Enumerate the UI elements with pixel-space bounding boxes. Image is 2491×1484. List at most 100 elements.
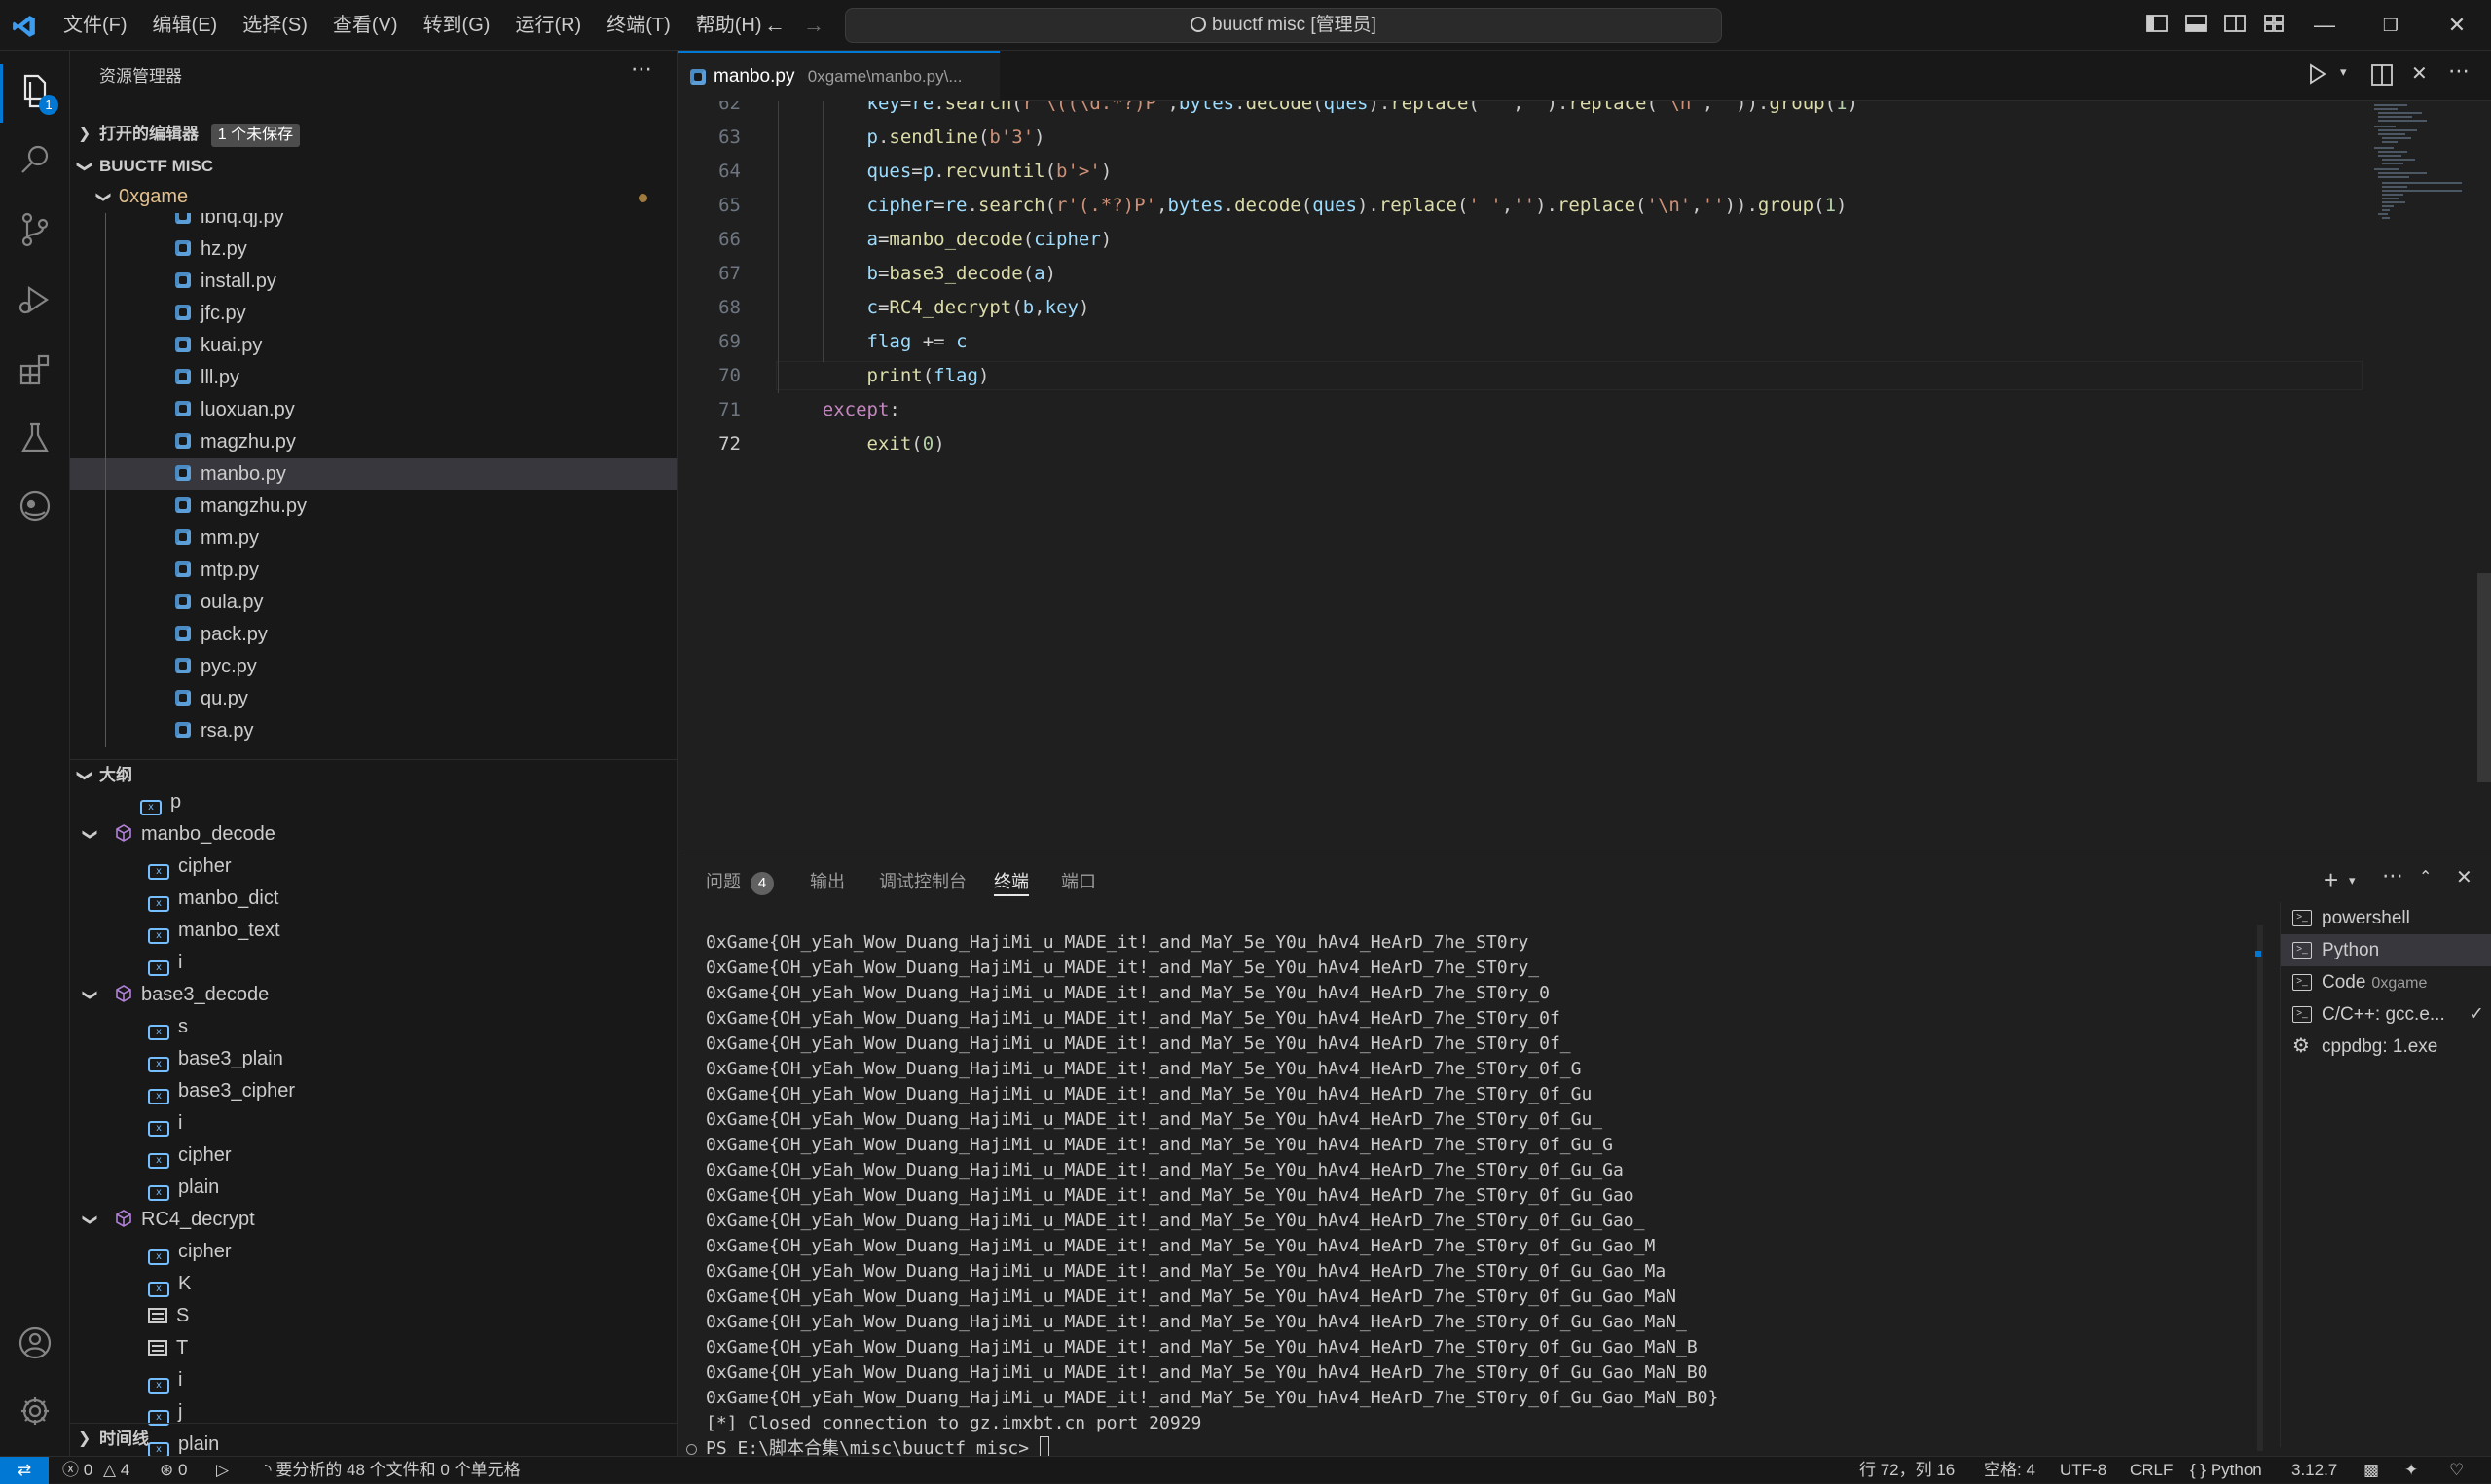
file-item[interactable]: pyc.py — [70, 651, 677, 683]
close-icon[interactable]: ✕ — [2411, 61, 2428, 86]
file-item[interactable]: rsa.py — [70, 715, 677, 747]
command-center-search[interactable]: buuctf misc [管理员] — [845, 8, 1722, 43]
terminal-instance[interactable]: >_ powershell — [2281, 902, 2491, 934]
split-editor-icon[interactable] — [2370, 63, 2394, 92]
outline-item[interactable]: x manbo_text — [70, 915, 677, 947]
timeline-section[interactable]: ❯ 时间线 — [70, 1423, 677, 1454]
tab-manbo-py[interactable]: manbo.py 0xgame\manbo.py\... — [678, 51, 1000, 101]
file-item[interactable]: mangzhu.py — [70, 490, 677, 523]
outline-item[interactable]: ❯ base3_decode — [70, 979, 677, 1011]
account-icon[interactable] — [14, 1321, 56, 1364]
folder-0xgame[interactable]: ❯ 0xgame — [70, 181, 677, 213]
forward-arrow-icon[interactable]: → — [800, 12, 827, 39]
file-item[interactable]: hz.py — [70, 234, 677, 266]
menu-item[interactable]: 运行(R) — [502, 0, 594, 51]
code-editor[interactable]: 62 key=re.search(r'\((\d.*?)P',bytes.dec… — [678, 101, 2491, 851]
outline-item[interactable]: xK — [70, 1268, 677, 1300]
file-item[interactable]: install.py — [70, 266, 677, 298]
file-item[interactable]: luoxuan.py — [70, 394, 677, 426]
more-actions-icon[interactable]: ⋯ — [631, 56, 652, 82]
panel-tab[interactable]: 问题 4 — [706, 867, 774, 896]
file-item[interactable]: mm.py — [70, 523, 677, 555]
settings-gear-icon[interactable] — [14, 1390, 56, 1432]
panel-tab[interactable]: 终端 — [994, 867, 1029, 896]
outline-item[interactable]: ❯ RC4_decrypt — [70, 1204, 677, 1236]
terminal-instance[interactable]: >_ Python — [2281, 934, 2491, 966]
customize-layout-icon[interactable] — [2260, 12, 2288, 39]
encoding[interactable]: UTF-8 — [2060, 1457, 2106, 1483]
toggle-secondary-sidebar-icon[interactable] — [2221, 12, 2249, 39]
menu-item[interactable]: 选择(S) — [230, 0, 320, 51]
restore-window-icon[interactable]: ❐ — [2377, 12, 2404, 39]
chevron-down-icon[interactable]: ▾ — [2340, 64, 2347, 80]
search-icon[interactable] — [14, 138, 56, 181]
outline-item[interactable]: x cipher — [70, 1140, 677, 1172]
indentation[interactable]: 空格: 4 — [1984, 1457, 2035, 1483]
toggle-panel-icon[interactable] — [2182, 12, 2210, 39]
extensions-icon[interactable] — [14, 348, 56, 391]
more-actions-icon[interactable]: ⋯ — [2382, 863, 2403, 888]
outline-item[interactable]: x manbo_dict — [70, 883, 677, 915]
minimize-window-icon[interactable]: — — [2311, 12, 2338, 39]
outline-item[interactable]: xs — [70, 1011, 677, 1043]
analysis-status[interactable]: ◝ 要分析的 48 个文件和 0 个单元格 — [265, 1457, 521, 1483]
menu-item[interactable]: 查看(V) — [320, 0, 411, 51]
remote-indicator-icon[interactable]: ⇄ — [0, 1457, 49, 1484]
outline-item[interactable]: xi — [70, 1364, 677, 1396]
line-ending[interactable]: CRLF — [2130, 1457, 2173, 1483]
outline-item[interactable]: x plain — [70, 1172, 677, 1204]
outline-item[interactable]: xi — [70, 1107, 677, 1140]
problems-status[interactable]: ⓧ 0 △ 4 — [62, 1457, 129, 1483]
outline-item[interactable]: T — [70, 1332, 677, 1364]
file-item[interactable]: qu.py — [70, 683, 677, 715]
terminal-instance[interactable]: >_ C/C++: gcc.e... ✓ — [2281, 998, 2491, 1031]
menu-item[interactable]: 编辑(E) — [140, 0, 231, 51]
outline-item[interactable]: xp — [70, 786, 677, 818]
outline-item[interactable]: ❯ manbo_decode — [70, 818, 677, 851]
new-terminal-icon[interactable]: + — [2324, 865, 2338, 895]
terminal-scrollbar[interactable] — [2257, 925, 2263, 1451]
outline-item[interactable]: x cipher — [70, 851, 677, 883]
ports-status[interactable]: ⊛ 0 — [160, 1457, 187, 1483]
outline-item[interactable]: S — [70, 1300, 677, 1332]
notifications-bell-icon[interactable]: ♡ — [2449, 1457, 2464, 1483]
toggle-primary-sidebar-icon[interactable] — [2143, 12, 2171, 39]
file-item[interactable]: manbo.py — [70, 458, 677, 490]
terminal-instance[interactable]: ⚙ cppdbg: 1.exe — [2281, 1031, 2491, 1063]
menu-item[interactable]: 终端(T) — [594, 0, 683, 51]
source-control-icon[interactable] — [14, 208, 56, 251]
more-actions-icon[interactable]: ⋯ — [2448, 58, 2470, 84]
vertical-scrollbar[interactable] — [2477, 573, 2491, 782]
outline-item[interactable]: xi — [70, 947, 677, 979]
panel-tab[interactable]: 端口 — [1061, 867, 1096, 896]
python-version[interactable]: 3.12.7 — [2291, 1457, 2337, 1483]
panel-tab[interactable]: 调试控制台 — [879, 867, 967, 896]
remote-explorer-icon[interactable] — [14, 485, 56, 527]
close-panel-icon[interactable]: ✕ — [2456, 865, 2473, 889]
testing-flask-icon[interactable] — [14, 416, 56, 459]
file-item[interactable]: lbhq.qj.py — [70, 213, 677, 234]
file-item[interactable]: pack.py — [70, 619, 677, 651]
panel-tab[interactable]: 输出 — [810, 867, 845, 896]
terminal-output[interactable]: 0xGame{OH_yEah_Wow_Duang_HajiMi_u_MADE_i… — [678, 925, 2255, 1459]
close-window-icon[interactable]: ✕ — [2443, 12, 2471, 39]
menu-item[interactable]: 文件(F) — [51, 0, 140, 51]
back-arrow-icon[interactable]: ← — [761, 12, 788, 39]
copilot-icon[interactable]: ✦ — [2404, 1457, 2418, 1483]
file-item[interactable]: mtp.py — [70, 555, 677, 587]
outline-item[interactable]: x cipher — [70, 1236, 677, 1268]
outline-item[interactable]: x base3_plain — [70, 1043, 677, 1075]
language-mode[interactable]: { } Python — [2190, 1457, 2262, 1483]
open-editors-section[interactable]: ❯ 打开的编辑器 1 个未保存 — [70, 119, 677, 150]
chevron-down-icon[interactable]: ▾ — [2349, 873, 2356, 888]
debug-icon[interactable]: ▷ — [216, 1457, 229, 1483]
explorer-icon[interactable]: 1 — [14, 70, 58, 115]
file-item[interactable]: lll.py — [70, 362, 677, 394]
file-item[interactable]: oula.py — [70, 587, 677, 619]
file-item[interactable]: kuai.py — [70, 330, 677, 362]
menu-item[interactable]: 转到(G) — [411, 0, 503, 51]
cursor-position[interactable]: 行 72，列 16 — [1859, 1457, 1955, 1483]
workspace-section[interactable]: ❯ BUUCTF MISC — [70, 151, 677, 182]
file-item[interactable]: jfc.py — [70, 298, 677, 330]
run-python-icon[interactable] — [2308, 62, 2327, 86]
